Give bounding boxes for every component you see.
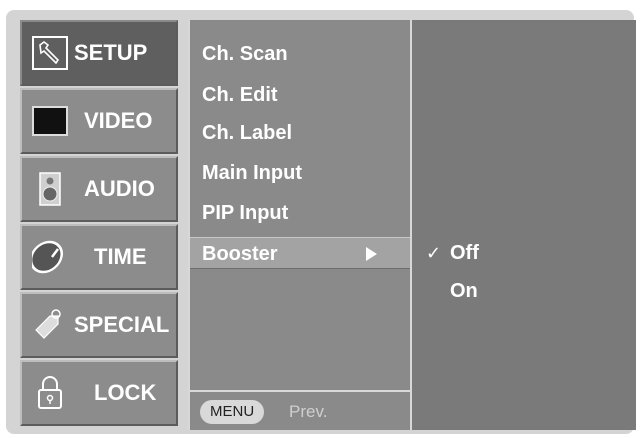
sidebar: SETUP VIDEO AUDIO TIME SPECIAL LOCK [20, 20, 180, 428]
menu-item-main-input[interactable]: Main Input [202, 157, 302, 189]
screen-icon [32, 106, 68, 136]
arrow-right-icon [366, 247, 377, 261]
sidebar-item-video[interactable]: VIDEO [20, 88, 178, 154]
wrench-icon [32, 36, 68, 70]
prev-label: Prev. [289, 402, 328, 421]
sidebar-item-audio[interactable]: AUDIO [20, 156, 178, 222]
menu-footer: MENU Prev. [190, 390, 410, 430]
menu-button[interactable]: MENU [200, 400, 265, 424]
sidebar-item-label: SPECIAL [74, 312, 170, 337]
sidebar-item-label: AUDIO [84, 176, 155, 201]
clock-icon [32, 240, 63, 274]
speaker-icon [39, 172, 61, 206]
option-off[interactable]: Off [450, 238, 479, 268]
sidebar-item-special[interactable]: SPECIAL [20, 292, 178, 358]
sidebar-item-setup[interactable]: SETUP [20, 20, 178, 86]
menu-item-ch-edit[interactable]: Ch. Edit [202, 79, 278, 111]
sidebar-item-label: TIME [94, 244, 147, 269]
sidebar-item-lock[interactable]: LOCK [20, 360, 178, 426]
sidebar-item-label: VIDEO [84, 108, 153, 133]
option-on[interactable]: On [450, 276, 478, 306]
padlock-icon [38, 376, 62, 409]
tag-icon [35, 309, 61, 339]
menu-item-booster[interactable]: Booster [190, 237, 412, 269]
menu-item-pip-input[interactable]: PIP Input [202, 197, 288, 229]
menu-item-ch-scan[interactable]: Ch. Scan [202, 38, 288, 70]
sidebar-item-label: LOCK [94, 380, 157, 405]
menu-item-ch-label[interactable]: Ch. Label [202, 117, 292, 149]
sidebar-item-time[interactable]: TIME [20, 224, 178, 290]
booster-submenu-panel: ✓ Off On [410, 20, 636, 430]
checkmark-icon: ✓ [426, 243, 442, 263]
sidebar-item-label: SETUP [74, 40, 148, 65]
menu-item-label: Booster [202, 243, 278, 265]
setup-menu-panel: Ch. Scan Ch. Edit Ch. Label Main Input P… [188, 20, 412, 430]
